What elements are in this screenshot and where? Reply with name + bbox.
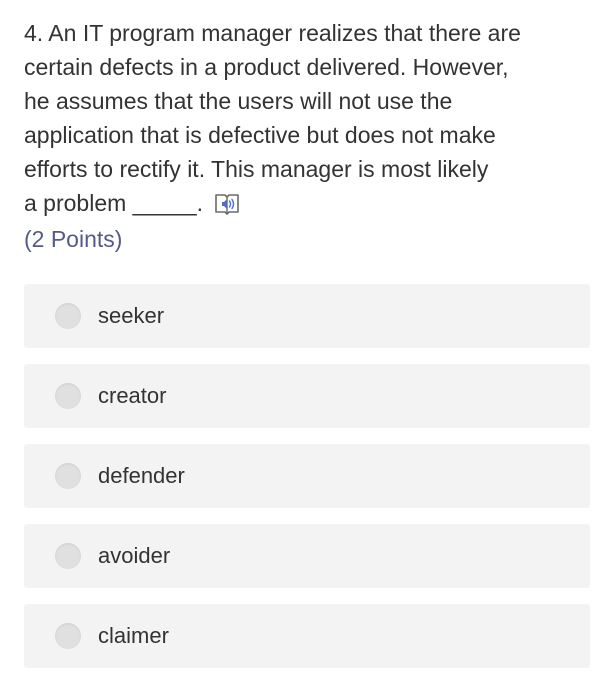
question-line-6: a problem _____.	[24, 186, 604, 220]
option-claimer[interactable]: claimer	[24, 604, 590, 668]
option-label: avoider	[98, 543, 171, 568]
question-text: 4. An IT program manager realizes that t…	[24, 16, 604, 220]
option-label: seeker	[98, 303, 165, 328]
radio-button[interactable]	[55, 623, 81, 649]
radio-button[interactable]	[55, 543, 81, 569]
question-line-3: he assumes that the users will not use t…	[24, 88, 453, 114]
option-defender[interactable]: defender	[24, 444, 590, 508]
option-creator[interactable]: creator	[24, 364, 590, 428]
option-seeker[interactable]: seeker	[24, 284, 590, 348]
question-line-4: application that is defective but does n…	[24, 122, 496, 148]
answer-options: seeker creator defender avoider claimer	[24, 284, 590, 684]
question-line-2: certain defects in a product delivered. …	[24, 54, 509, 80]
radio-button[interactable]	[55, 463, 81, 489]
option-label: defender	[98, 463, 185, 488]
immersive-reader-icon[interactable]	[213, 191, 241, 217]
question-line-6-text: a problem _____.	[24, 190, 204, 216]
question-line-1: 4. An IT program manager realizes that t…	[24, 20, 521, 46]
radio-button[interactable]	[55, 303, 81, 329]
option-label: creator	[98, 383, 167, 408]
option-avoider[interactable]: avoider	[24, 524, 590, 588]
option-label: claimer	[98, 623, 169, 648]
radio-button[interactable]	[55, 383, 81, 409]
question-line-5: efforts to rectify it. This manager is m…	[24, 156, 489, 182]
question-points: (2 Points)	[24, 226, 123, 252]
